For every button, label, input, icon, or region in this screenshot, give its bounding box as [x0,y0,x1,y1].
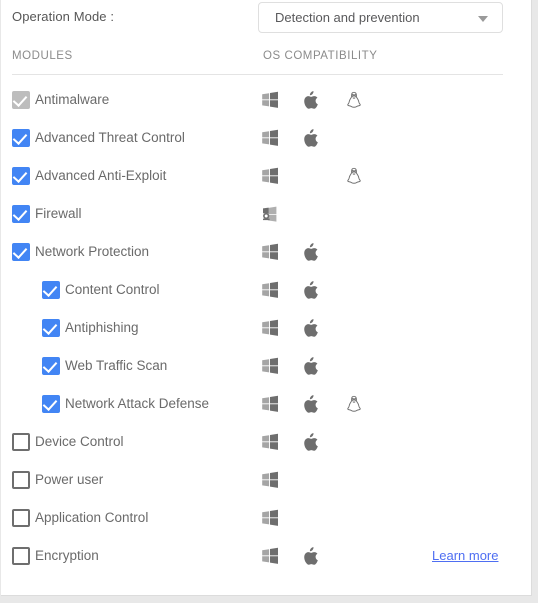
operation-mode-dropdown[interactable]: Detection and prevention [258,2,503,33]
module-checkbox[interactable] [12,547,30,565]
windows-icon [261,129,279,147]
module-row: Network Attack Defense [1,386,532,424]
windows-icon [261,547,279,565]
module-row: Network Protection [1,234,532,272]
module-checkbox[interactable] [42,281,60,299]
check-icon [43,281,58,297]
module-label: Encryption [35,548,99,563]
apple-icon [303,395,321,413]
windows-icon [261,91,279,109]
check-icon [13,167,28,183]
module-row: Device Control [1,424,532,462]
column-header-modules: MODULES [12,50,73,62]
apple-icon [303,243,321,261]
linux-penguin-icon [345,167,363,185]
module-row: Antiphishing [1,310,532,348]
module-label: Advanced Threat Control [35,130,185,145]
module-label: Firewall [35,206,82,221]
apple-icon [303,319,321,337]
windows-icon [261,243,279,261]
module-row: Advanced Anti-Exploit [1,158,532,196]
module-label: Antiphishing [65,320,139,335]
check-icon [13,243,28,259]
apple-icon [303,129,321,147]
module-label: Application Control [35,510,149,525]
check-icon [13,129,28,145]
module-row: Web Traffic Scan [1,348,532,386]
column-headers: MODULES OS COMPATIBILITY [1,50,532,76]
module-checkbox[interactable] [12,205,30,223]
module-checkbox[interactable] [42,319,60,337]
module-row: Advanced Threat Control [1,120,532,158]
windows-icon [261,357,279,375]
module-checkbox[interactable] [12,433,30,451]
module-checkbox[interactable] [12,129,30,147]
linux-penguin-icon [345,91,363,109]
check-icon [43,319,58,335]
windows-icon [261,167,279,185]
check-icon [13,205,28,221]
module-label: Antimalware [35,92,110,107]
module-label: Network Attack Defense [65,396,210,411]
windows-icon [261,395,279,413]
operation-mode-label: Operation Mode : [12,9,115,24]
module-label: Network Protection [35,244,150,259]
apple-icon [303,357,321,375]
module-checkbox[interactable] [12,167,30,185]
module-checkbox[interactable] [12,471,30,489]
module-label: Web Traffic Scan [65,358,168,373]
operation-mode-selected-value: Detection and prevention [275,10,420,25]
modules-list: Antimalware Advanced Threat Control Advanc… [1,82,532,576]
column-header-os-compatibility: OS COMPATIBILITY [263,50,378,62]
apple-icon [303,281,321,299]
module-row: Content Control [1,272,532,310]
module-label: Power user [35,472,104,487]
module-label: Advanced Anti-Exploit [35,168,167,183]
apple-icon [303,547,321,565]
module-checkbox[interactable] [42,357,60,375]
module-row: Encryption Learn more [1,538,532,576]
header-divider [12,74,503,75]
module-checkbox[interactable] [12,509,30,527]
windows-icon [261,433,279,451]
module-row: Power user [1,462,532,500]
module-label: Device Control [35,434,124,449]
check-icon [43,357,58,373]
settings-panel-root: Operation Mode : Detection and preventio… [0,0,538,603]
windows-icon [261,319,279,337]
modules-panel: Operation Mode : Detection and preventio… [1,0,532,596]
chevron-down-icon [478,16,488,22]
module-label: Content Control [65,282,160,297]
check-icon [13,91,28,107]
module-row: Firewall [1,196,532,234]
linux-penguin-icon [345,395,363,413]
windows-icon [261,471,279,489]
module-checkbox [12,91,30,109]
module-checkbox[interactable] [42,395,60,413]
operation-mode-row: Operation Mode : Detection and preventio… [1,0,532,36]
module-row: Application Control [1,500,532,538]
module-row: Antimalware [1,82,532,120]
apple-icon [303,433,321,451]
module-checkbox[interactable] [12,243,30,261]
check-icon [43,395,58,411]
windows-icon [261,509,279,527]
windows-firewall-icon [261,205,279,223]
apple-icon [303,91,321,109]
learn-more-link[interactable]: Learn more [432,548,498,563]
windows-icon [261,281,279,299]
